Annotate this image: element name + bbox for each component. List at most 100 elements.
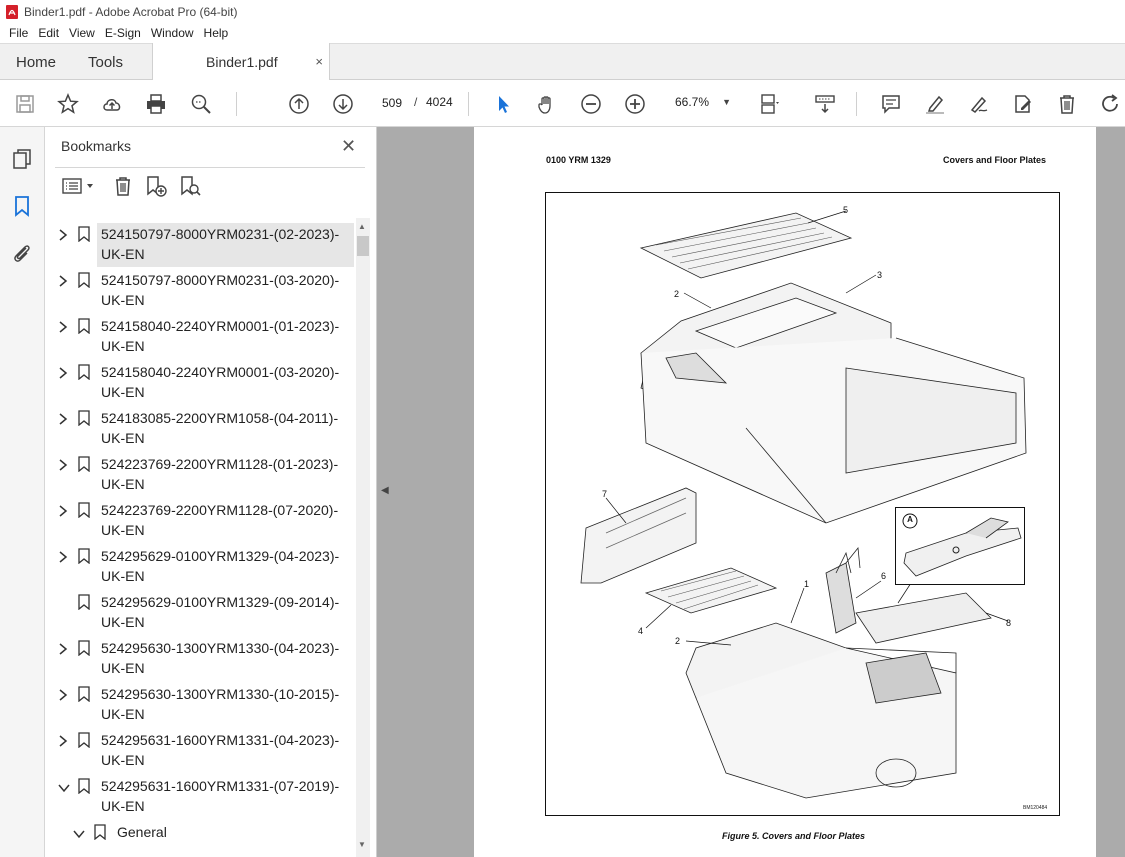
previous-page-icon[interactable] [286,91,312,117]
bookmark-item[interactable]: 524295630-1300YRM1330-(04-2023)-UK-EN [45,634,355,678]
tab-close-icon[interactable]: × [315,54,323,69]
bookmark-item[interactable]: 524150797-8000YRM0231-(02-2023)-UK-EN [45,220,355,267]
menu-esign[interactable]: E-Sign [100,26,146,40]
bookmark-label: 524150797-8000YRM0231-(03-2020)-UK-EN [101,272,340,308]
cloud-upload-icon[interactable] [99,91,125,117]
bookmark-icon [78,778,90,794]
bookmark-icon [78,226,90,242]
chevron-down-icon[interactable] [73,829,85,839]
delete-bookmark-icon[interactable] [112,175,136,201]
bookmark-label: 524223769-2200YRM1128-(07-2020)-UK-EN [101,502,339,538]
detail-inset: A [895,507,1025,585]
fit-page-icon[interactable] [757,91,783,117]
bookmark-item[interactable]: 524158040-2240YRM0001-(03-2020)-UK-EN [45,358,355,402]
bookmark-label: 524158040-2240YRM0001-(03-2020)-UK-EN [101,364,340,400]
bookmark-item[interactable]: 524223769-2200YRM1128-(07-2020)-UK-EN [45,496,355,540]
bookmarks-icon[interactable] [10,194,34,218]
bookmark-item[interactable]: 524295629-0100YRM1329-(04-2023)-UK-EN [45,542,355,586]
scrollbar-thumb[interactable] [357,236,369,256]
chevron-right-icon[interactable] [58,275,68,287]
bookmark-child-item[interactable]: General [45,818,355,848]
chevron-right-icon[interactable] [58,367,68,379]
chevron-right-icon[interactable] [58,689,68,701]
chevron-right-icon[interactable] [58,321,68,333]
chevron-right-icon[interactable] [58,551,68,563]
bookmark-item[interactable]: 524183085-2200YRM1058-(04-2011)-UK-EN [45,404,355,448]
chevron-down-icon[interactable] [58,783,70,793]
bookmark-item[interactable]: 524150797-8000YRM0231-(03-2020)-UK-EN [45,266,355,310]
chevron-right-icon[interactable] [58,229,68,241]
save-icon[interactable] [12,91,38,117]
scroll-mode-icon[interactable] [812,91,838,117]
bookmark-icon [78,640,90,656]
bookmark-item[interactable]: 524158040-2240YRM0001-(01-2023)-UK-EN [45,312,355,356]
comment-icon[interactable] [878,91,904,117]
callout-label: 1 [804,579,810,589]
sign-icon[interactable] [966,91,992,117]
zoom-in-icon[interactable] [622,91,648,117]
menu-help[interactable]: Help [199,26,234,40]
chevron-right-icon[interactable] [58,459,68,471]
zoom-find-icon[interactable] [188,91,214,117]
scroll-down-icon[interactable]: ▼ [358,840,366,849]
next-page-icon[interactable] [330,91,356,117]
bookmark-label: 524295631-1600YRM1331-(04-2023)-UK-EN [101,732,340,768]
inset-drawing [902,513,1022,577]
collapse-panel-icon[interactable]: ◀ [381,485,389,496]
zoom-dropdown[interactable]: 66.7% ▼ [667,90,737,115]
panel-divider [55,167,365,168]
highlight-icon[interactable] [922,91,948,117]
chevron-right-icon[interactable] [58,643,68,655]
bookmark-icon [94,824,106,840]
callout-label: 4 [638,626,644,636]
chevron-right-icon[interactable] [58,735,68,747]
tab-document[interactable]: Binder1.pdf × [152,43,330,81]
callout-label: 8 [1006,618,1012,628]
bookmark-item[interactable]: 524295630-1300YRM1330-(10-2015)-UK-EN [45,680,355,724]
callout-label: 2 [674,289,680,299]
bookmark-item[interactable]: 524295631-1600YRM1331-(07-2019)-UK-EN [45,772,355,816]
bookmarks-header: Bookmarks [61,138,132,154]
bookmark-icon [78,272,90,288]
delete-icon[interactable] [1054,91,1080,117]
bookmark-item[interactable]: 524295631-1600YRM1331-(04-2023)-UK-EN [45,726,355,770]
bookmark-label: 524183085-2200YRM1058-(04-2011)-UK-EN [101,410,339,446]
menu-edit[interactable]: Edit [33,26,64,40]
bookmark-item[interactable]: 524223769-2200YRM1128-(01-2023)-UK-EN [45,450,355,494]
star-icon[interactable] [55,91,81,117]
print-icon[interactable] [143,91,169,117]
find-bookmark-icon[interactable] [179,175,203,201]
toolbar-divider [468,92,469,116]
chevron-right-icon[interactable] [58,505,68,517]
tab-tools[interactable]: Tools [88,44,123,81]
menu-window[interactable]: Window [146,26,199,40]
edit-pdf-icon[interactable] [1010,91,1036,117]
bookmarks-list: 524150797-8000YRM0231-(02-2023)-UK-EN 52… [45,220,355,857]
hand-tool-icon[interactable] [534,91,560,117]
inset-label: A [907,515,913,524]
tab-home[interactable]: Home [16,44,56,81]
menu-file[interactable]: File [4,26,33,40]
rotate-icon[interactable] [1098,91,1124,117]
scroll-up-icon[interactable]: ▲ [358,222,366,231]
menu-view[interactable]: View [64,26,100,40]
figure-id: BM120484 [1023,805,1048,811]
callout-label: 2 [675,636,681,646]
bookmark-label: 524295629-0100YRM1329-(09-2014)-UK-EN [101,594,340,630]
select-cursor-icon[interactable] [490,91,516,117]
attachments-icon[interactable] [10,241,34,265]
chevron-right-icon[interactable] [58,413,68,425]
bookmarks-scrollbar[interactable]: ▲ ▼ [356,218,370,857]
title-bar: Binder1.pdf - Adobe Acrobat Pro (64-bit) [0,0,1125,23]
bookmark-item[interactable]: 524295629-0100YRM1329-(09-2014)-UK-EN [45,588,355,632]
close-icon[interactable]: ✕ [341,137,356,155]
bookmark-label: 524223769-2200YRM1128-(01-2023)-UK-EN [101,456,339,492]
zoom-out-icon[interactable] [578,91,604,117]
page-number-input[interactable]: 509 [374,90,410,115]
bookmark-options-icon[interactable] [61,175,97,201]
callout-label: 6 [881,571,887,581]
new-bookmark-icon[interactable] [145,175,169,201]
bookmark-icon [78,364,90,380]
page-thumbnails-icon[interactable] [10,147,34,171]
page-total: 4024 [426,95,453,109]
